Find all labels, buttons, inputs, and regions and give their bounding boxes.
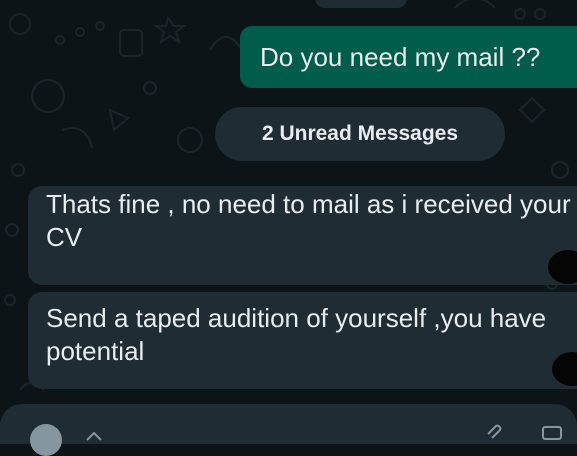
camera-icon[interactable] xyxy=(540,420,564,444)
incoming-message-bubble[interactable]: Send a taped audition of yourself ,you h… xyxy=(28,292,577,389)
emoji-icon[interactable] xyxy=(30,424,62,456)
outgoing-message-text: Do you need my mail ?? xyxy=(260,42,541,72)
previous-message-bubble-edge xyxy=(315,0,407,8)
incoming-message-text: Thats fine , no need to mail as i receiv… xyxy=(46,189,571,252)
outgoing-message-bubble[interactable]: Do you need my mail ?? xyxy=(240,26,577,88)
message-composer[interactable] xyxy=(0,404,577,456)
paperclip-icon[interactable] xyxy=(482,420,506,444)
unread-messages-label: 2 Unread Messages xyxy=(261,122,459,145)
incoming-message-text: Send a taped audition of yourself ,you h… xyxy=(46,303,547,366)
chevron-icon[interactable] xyxy=(84,428,104,448)
incoming-message-bubble[interactable]: Thats fine , no need to mail as i receiv… xyxy=(28,186,577,285)
unread-messages-divider: 2 Unread Messages xyxy=(215,107,505,161)
